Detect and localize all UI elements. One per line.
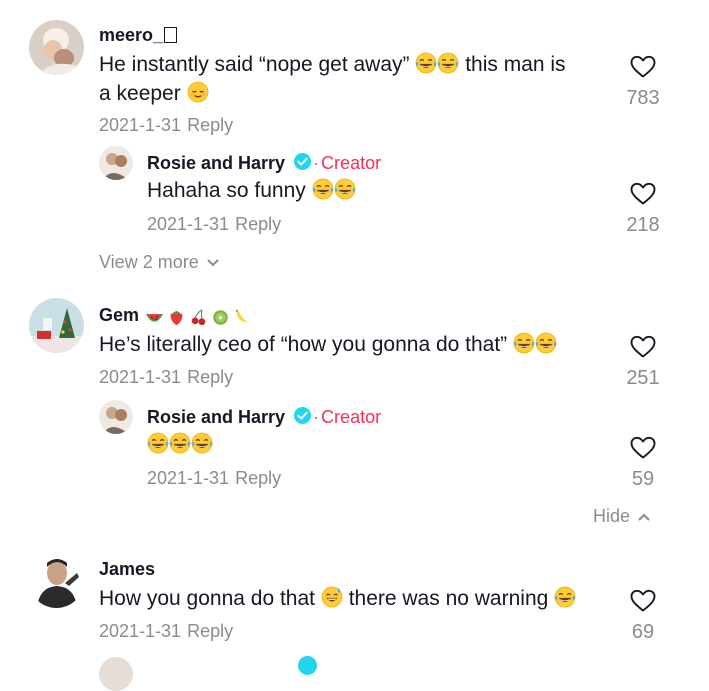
banana-emoji <box>236 309 249 323</box>
joy-emoji <box>147 432 169 454</box>
heart-outline-icon <box>630 55 656 79</box>
comment-text: How you gonna do that there was no warni… <box>99 584 619 613</box>
hide-replies-button[interactable]: Hide <box>593 506 650 527</box>
joy-emoji <box>554 586 576 608</box>
verified-badge-icon <box>293 406 312 425</box>
reply-date: 2021-1-31 <box>147 214 230 234</box>
cherries-emoji <box>191 309 206 326</box>
joy-emoji <box>169 432 191 454</box>
avatar[interactable] <box>29 553 84 608</box>
strawberry-emoji <box>170 310 183 326</box>
like-button[interactable]: 218 <box>613 182 673 237</box>
heart-outline-icon <box>630 335 656 359</box>
joy-emoji <box>513 332 535 354</box>
username[interactable]: meero_ <box>99 25 178 46</box>
like-button[interactable]: 69 <box>613 589 673 644</box>
joy-emoji <box>415 52 437 74</box>
reply-date: 2021-1-31 <box>147 468 230 488</box>
reply-meta: 2021-1-31 Reply <box>147 214 281 235</box>
joy-emoji <box>191 432 213 454</box>
creator-badge: Creator <box>321 153 382 173</box>
joy-emoji <box>437 52 459 74</box>
reply-username[interactable]: Rosie and Harry · Creator <box>147 152 381 174</box>
avatar[interactable] <box>29 298 84 353</box>
reply-button[interactable]: Reply <box>187 115 233 135</box>
comment-meta: 2021-1-31 Reply <box>99 367 233 388</box>
comment-text: He instantly said “nope get away” this m… <box>99 52 566 105</box>
reply-button[interactable]: Reply <box>187 621 233 641</box>
heart-outline-icon <box>630 436 656 460</box>
joy-emoji <box>312 178 334 200</box>
like-button[interactable]: 251 <box>613 335 673 390</box>
joy-emoji <box>535 332 557 354</box>
reply-avatar[interactable] <box>99 400 133 434</box>
like-count: 783 <box>626 87 660 109</box>
comment-meta: 2021-1-31 Reply <box>99 621 233 642</box>
reply-button[interactable]: Reply <box>235 468 281 488</box>
username[interactable]: Gem <box>99 305 251 328</box>
next-reply-partial <box>99 655 139 691</box>
reply-text <box>147 430 213 459</box>
joy-emoji <box>334 178 356 200</box>
reply-button[interactable]: Reply <box>187 367 233 387</box>
like-count: 218 <box>626 214 660 236</box>
kiwi-emoji <box>213 310 228 325</box>
comment-date: 2021-1-31 <box>99 367 182 387</box>
heart-outline-icon <box>630 182 656 206</box>
like-count: 251 <box>626 367 660 389</box>
like-count: 69 <box>631 621 655 643</box>
like-button[interactable]: 59 <box>613 436 673 491</box>
reply-username[interactable]: Rosie and Harry · Creator <box>147 406 381 428</box>
comment-date: 2021-1-31 <box>99 621 182 641</box>
like-count: 59 <box>631 468 655 490</box>
reply-meta: 2021-1-31 Reply <box>147 468 281 489</box>
comment-date: 2021-1-31 <box>99 115 182 135</box>
watermelon-emoji <box>146 313 163 322</box>
like-button[interactable]: 783 <box>613 55 673 110</box>
verified-badge-icon <box>293 152 312 171</box>
relieved-emoji <box>187 81 209 103</box>
reply-avatar[interactable] <box>99 146 133 180</box>
verified-badge-icon <box>298 656 317 675</box>
username[interactable]: James <box>99 559 155 580</box>
comment-meta: 2021-1-31 Reply <box>99 115 233 136</box>
chevron-up-icon <box>638 513 650 521</box>
creator-badge: Creator <box>321 407 382 427</box>
view-more-replies-button[interactable]: View 2 more <box>99 252 219 273</box>
chevron-down-icon <box>207 259 219 267</box>
avatar[interactable] <box>29 20 84 75</box>
reply-button[interactable]: Reply <box>235 214 281 234</box>
fruit-emojis <box>146 307 251 328</box>
reply-text: Hahaha so funny <box>147 176 356 205</box>
heart-outline-icon <box>630 589 656 613</box>
sweat-smile-emoji <box>321 586 343 608</box>
comment-text: He’s literally ceo of “how you gonna do … <box>99 330 619 359</box>
